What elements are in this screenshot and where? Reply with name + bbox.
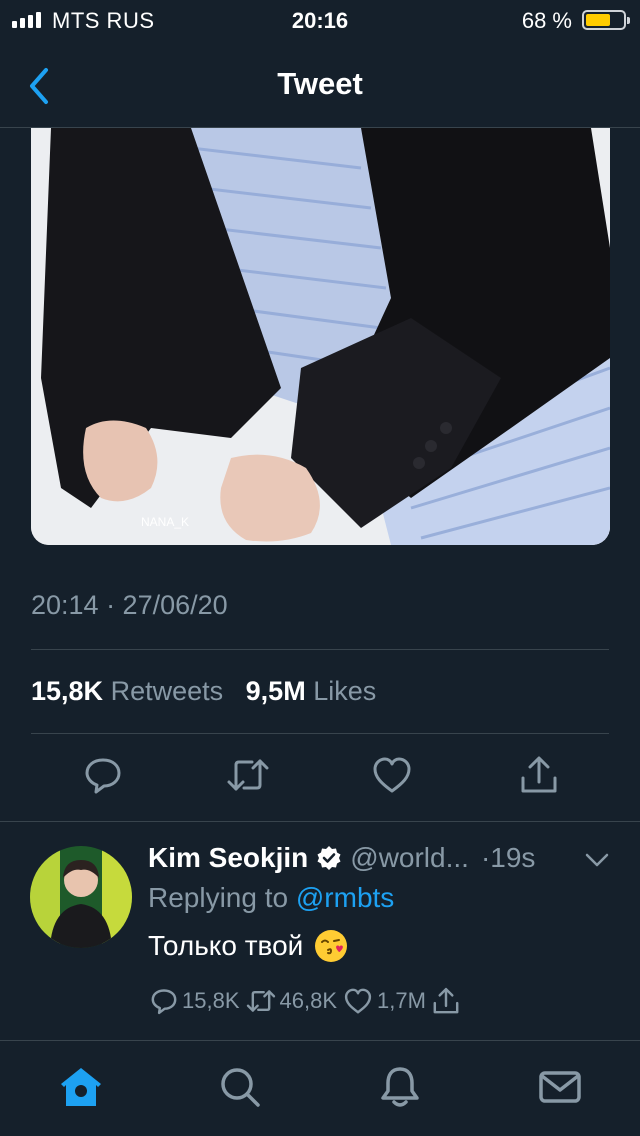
reply-retweet-count: 46,8K (279, 988, 338, 1013)
reply-button[interactable] (81, 752, 125, 798)
reply-icon (151, 989, 177, 1015)
photo-illustration: NANA_K (31, 128, 610, 545)
reply-retweet-button[interactable]: 46,8K (246, 987, 338, 1015)
avatar[interactable] (30, 846, 132, 948)
chevron-down-icon (585, 853, 609, 867)
share-icon (521, 756, 557, 793)
reply-reply-button[interactable]: 15,8K (150, 987, 240, 1015)
like-icon (373, 757, 411, 793)
photo-watermark: NANA_K (141, 515, 189, 529)
retweet-button[interactable] (226, 752, 270, 798)
battery-percent: 68 % (521, 8, 572, 33)
tweet-actions (0, 752, 640, 802)
messages-icon (539, 1071, 581, 1103)
tab-home[interactable] (57, 1063, 105, 1111)
tweet-stats: 15,8K Retweets 9,5M Likes (31, 676, 376, 707)
reply-icon (85, 758, 121, 794)
replying-to-link[interactable]: @rmbts (296, 882, 394, 913)
reply-text: Только твой (148, 930, 304, 961)
notifications-icon (381, 1067, 419, 1107)
retweet-icon (246, 990, 275, 1012)
tweet-timestamp: 20:14 · 27/06/20 (31, 590, 228, 620)
like-button[interactable] (370, 752, 414, 798)
likes-label[interactable]: Likes (313, 676, 376, 706)
reply-author-name[interactable]: Kim Seokjin (148, 842, 308, 874)
like-icon (344, 988, 372, 1014)
reply-actions: 15,8K 46,8K 1,7M (150, 986, 466, 1016)
verified-icon (316, 845, 342, 871)
kissing-face-emoji-icon (313, 928, 349, 964)
retweets-count[interactable]: 15,8K (31, 676, 103, 706)
reply-author-handle[interactable]: @world... (350, 842, 469, 874)
tab-notifications[interactable] (376, 1063, 424, 1111)
share-icon (433, 987, 459, 1014)
reply-header: Kim Seokjin @world... ·19s (148, 842, 535, 874)
reply-like-count: 1,7M (377, 988, 426, 1013)
nav-bar: Tweet (0, 42, 640, 128)
home-icon (61, 1068, 101, 1106)
divider (31, 733, 609, 734)
retweet-icon (227, 759, 269, 791)
replying-to-line: Replying to @rmbts (148, 882, 394, 914)
retweets-label[interactable]: Retweets (111, 676, 224, 706)
status-bar: MTS RUS 20:16 68 % (0, 0, 640, 42)
tab-messages[interactable] (536, 1063, 584, 1111)
tweet-photo[interactable]: NANA_K (31, 128, 610, 545)
page-title: Tweet (277, 66, 363, 101)
reply-like-button[interactable]: 1,7M (343, 987, 426, 1015)
likes-count[interactable]: 9,5M (246, 676, 306, 706)
tweet-menu-button[interactable] (584, 850, 610, 875)
replying-prefix: Replying to (148, 882, 289, 913)
tab-search[interactable] (216, 1063, 264, 1111)
reply-reply-count: 15,8K (182, 988, 240, 1013)
avatar-image (30, 846, 132, 948)
divider (0, 821, 640, 822)
battery-icon (582, 10, 630, 30)
search-icon (221, 1068, 260, 1107)
tab-bar (0, 1040, 640, 1136)
reply-body: Только твой (148, 928, 349, 964)
battery-fill (586, 14, 610, 26)
divider (31, 649, 609, 650)
reply-share-button[interactable] (432, 986, 460, 1016)
reply-time: ·19s (480, 842, 536, 873)
share-button[interactable] (517, 752, 561, 798)
